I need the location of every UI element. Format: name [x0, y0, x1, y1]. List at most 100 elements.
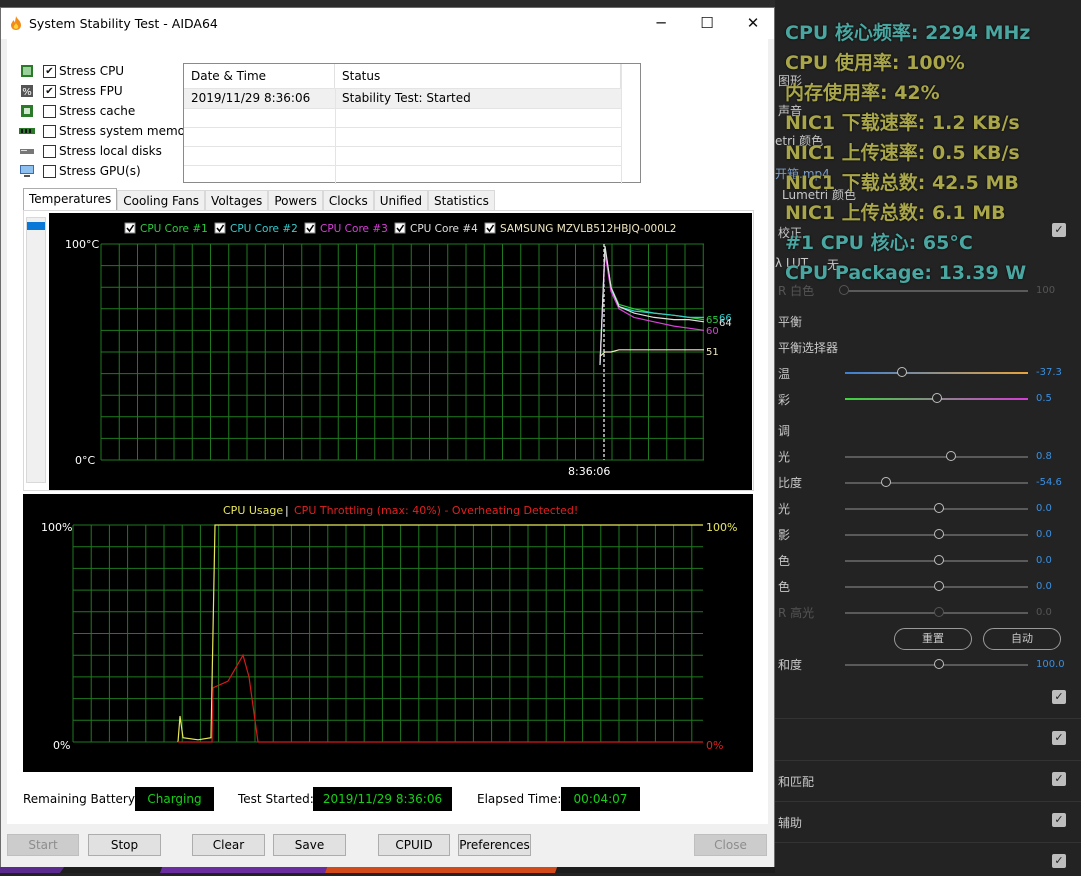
sensor-scrollbar[interactable] — [26, 217, 46, 483]
log-list[interactable]: Date & Time Status 2019/11/29 8:36:06 St… — [183, 63, 641, 184]
bg-divider — [775, 718, 1081, 719]
series-line — [599, 349, 704, 357]
memory-icon — [19, 128, 35, 134]
legend-label: SAMSUNG MZVLB512HBJQ-000L2 — [500, 223, 676, 235]
stress-fpu-option[interactable]: % Stress FPU — [19, 81, 123, 101]
maximize-button[interactable]: ☐ — [684, 8, 730, 39]
start-button[interactable]: Start — [7, 834, 79, 856]
bg-slider-value: -37.3 — [1036, 367, 1062, 378]
bg-slider-track — [845, 290, 1028, 292]
column-header-status[interactable]: Status — [335, 64, 621, 88]
bg-checkbox: ✓ — [1052, 731, 1066, 745]
bg-label: 比度 — [778, 476, 803, 490]
legend-label: CPU Core #1 — [140, 223, 208, 235]
stress-cache-option[interactable]: Stress cache — [19, 101, 135, 121]
stress-disks-option[interactable]: Stress local disks — [19, 141, 162, 161]
cpu-usage-chart: CPU Usage | CPU Throttling (max: 40%) - … — [23, 494, 753, 772]
stress-memory-option[interactable]: Stress system memory — [19, 121, 197, 141]
cpu-usage-chart-grid — [72, 524, 703, 743]
bg-slider-value: 0.8 — [1036, 451, 1052, 462]
temperature-chart: CPU Core #1 CPU Core #2 CPU Core #3 CPU Cor… — [49, 213, 752, 490]
osd-memory-usage: 内存使用率: 42% — [785, 82, 940, 104]
bg-slider-value: 0.0 — [1036, 503, 1052, 514]
y-axis-bottom-label: 0°C — [75, 454, 95, 467]
bg-slider-knob — [934, 503, 944, 513]
bg-slider-value: 100.0 — [1036, 659, 1065, 670]
osd-overlay: CPU 核心频率: 2294 MHz CPU 使用率: 100% 内存使用率: … — [785, 18, 1031, 288]
scrollbar-thumb[interactable] — [27, 222, 45, 230]
tab-statistics[interactable]: Statistics — [428, 190, 495, 211]
log-row-divider — [184, 108, 622, 109]
stress-disks-checkbox[interactable] — [43, 144, 56, 158]
close-button[interactable]: Close — [694, 834, 767, 856]
preferences-button[interactable]: Preferences — [458, 834, 531, 856]
tab-voltages[interactable]: Voltages — [205, 190, 269, 211]
stress-gpu-option[interactable]: Stress GPU(s) — [19, 161, 141, 181]
disk-icon — [20, 149, 34, 154]
stress-fpu-label: Stress FPU — [59, 84, 123, 98]
stress-fpu-checkbox[interactable] — [43, 84, 56, 98]
y-axis-bottom-left-label: 0% — [53, 739, 70, 752]
tab-powers[interactable]: Powers — [268, 190, 323, 211]
tab-clocks[interactable]: Clocks — [322, 190, 374, 211]
bg-reset-button: 重置 — [894, 628, 972, 650]
bg-slider-track — [845, 456, 1028, 458]
stress-cpu-checkbox[interactable] — [43, 64, 56, 78]
save-button[interactable]: Save — [273, 834, 346, 856]
log-row[interactable]: 2019/11/29 8:36:06 Stability Test: Start… — [184, 89, 622, 108]
series-end-label: 64 — [719, 318, 732, 329]
bg-slider-knob — [934, 659, 944, 669]
log-col-divider — [335, 88, 336, 184]
osd-nic-upload-rate: NIC1 上传速率: 0.5 KB/s — [785, 142, 1020, 164]
legend-label: CPU Core #3 — [320, 223, 388, 235]
tab-unified[interactable]: Unified — [373, 190, 428, 211]
window-title: System Stability Test - AIDA64 — [29, 16, 218, 31]
bg-slider-knob — [946, 451, 956, 461]
temperature-end-labels: 65 66646051 — [706, 313, 732, 358]
fpu-icon: % — [21, 85, 33, 98]
column-header-datetime[interactable]: Date & Time — [184, 64, 335, 88]
log-row-divider — [184, 146, 622, 147]
bg-slider-knob — [934, 555, 944, 565]
series-line — [599, 252, 705, 363]
bg-auto-button: 自动 — [983, 628, 1061, 650]
stress-memory-label: Stress system memory — [59, 124, 198, 138]
stress-memory-checkbox[interactable] — [43, 124, 56, 138]
bg-slider-value: -54.6 — [1036, 477, 1062, 488]
x-axis-time-label: 8:36:06 — [568, 465, 610, 478]
title-bar[interactable]: System Stability Test - AIDA64 ─ ☐ ✕ — [1, 8, 774, 39]
bg-slider-value: 0.0 — [1036, 529, 1052, 540]
test-started-label: Test Started: — [238, 792, 314, 806]
cpuid-button[interactable]: CPUID — [378, 834, 450, 856]
bg-checkbox: ✓ — [1052, 223, 1066, 237]
stop-button[interactable]: Stop — [88, 834, 161, 856]
stress-cpu-option[interactable]: Stress CPU — [19, 61, 124, 81]
temperature-chart-legend: CPU Core #1 CPU Core #2 CPU Core #3 CPU Cor… — [124, 222, 676, 235]
stress-gpu-checkbox[interactable] — [43, 164, 56, 178]
minimize-button[interactable]: ─ — [638, 8, 684, 39]
bg-checkbox: ✓ — [1052, 813, 1066, 827]
tab-cooling-fans[interactable]: Cooling Fans — [117, 190, 206, 211]
series-line — [599, 250, 704, 366]
y-axis-top-right-label: 100% — [706, 521, 737, 534]
osd-cpu-usage: CPU 使用率: 100% — [785, 52, 965, 74]
temperature-series — [599, 246, 705, 366]
cpu-throttling-title: CPU Throttling (max: 40%) - Overheating … — [294, 504, 578, 517]
stress-cache-label: Stress cache — [59, 104, 136, 118]
clear-button[interactable]: Clear — [192, 834, 265, 856]
bg-label: 和匹配 — [778, 775, 815, 789]
bg-label: 温 — [778, 367, 791, 381]
stress-cache-checkbox[interactable] — [43, 104, 56, 118]
stress-disks-label: Stress local disks — [59, 144, 162, 158]
log-col-divider — [621, 64, 622, 184]
flame-icon — [11, 16, 21, 30]
window-client-area: Stress CPU % Stress FPU Stress cache Str… — [7, 39, 768, 824]
bg-checkbox: ✓ — [1052, 772, 1066, 786]
close-window-button[interactable]: ✕ — [730, 8, 776, 39]
tab-strip: Temperatures Cooling Fans Voltages Power… — [23, 188, 495, 211]
title-separator: | — [285, 504, 289, 517]
bg-slider-track — [845, 372, 1028, 374]
stability-test-window: System Stability Test - AIDA64 ─ ☐ ✕ Str… — [0, 7, 775, 867]
tab-temperatures[interactable]: Temperatures — [23, 188, 118, 211]
bg-slider-track — [845, 482, 1028, 484]
